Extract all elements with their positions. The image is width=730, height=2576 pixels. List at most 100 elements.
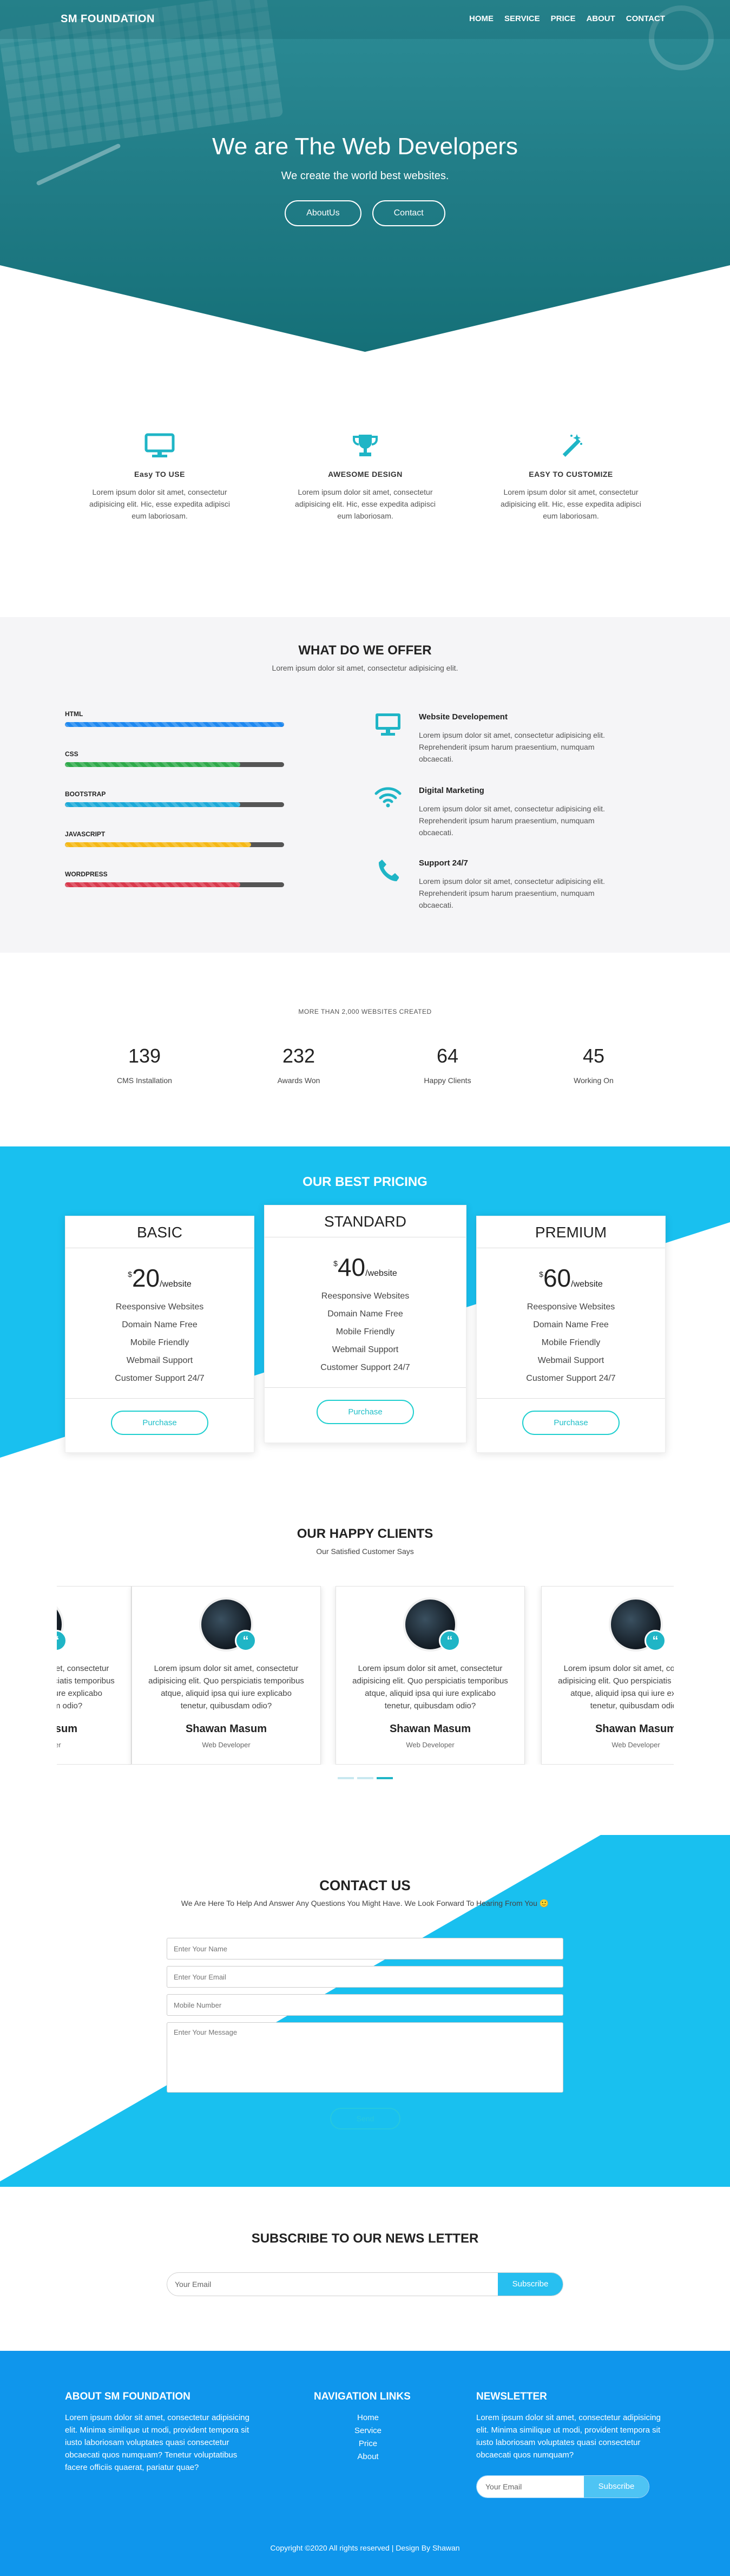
testimonial-card: “ Lorem ipsum dolor sit amet, consectetu… bbox=[541, 1586, 674, 1765]
client-name: Shawan Masum bbox=[389, 1723, 471, 1735]
footer-link-about[interactable]: About bbox=[314, 2450, 422, 2463]
footer-link-price[interactable]: Price bbox=[314, 2437, 422, 2450]
trophy-icon bbox=[290, 433, 441, 461]
newsletter-subscribe-button[interactable]: Subscribe bbox=[584, 2476, 649, 2498]
plan-feature: Domain Name Free bbox=[533, 1320, 609, 1329]
purchase-button[interactable]: Purchase bbox=[111, 1411, 208, 1435]
skill-label: HTML bbox=[65, 710, 83, 718]
mobile-field[interactable] bbox=[167, 1994, 563, 2016]
nav-link-about[interactable]: ABOUT bbox=[586, 14, 615, 23]
name-field[interactable] bbox=[167, 1938, 563, 1959]
testimonial-text: Lorem ipsum dolor sit amet, consectetur … bbox=[57, 1664, 115, 1710]
client-name: Shawan Masum bbox=[595, 1723, 674, 1735]
carousel-dot[interactable] bbox=[337, 1777, 354, 1779]
feature-awesome-design: AWESOME DESIGN Lorem ipsum dolor sit ame… bbox=[290, 433, 441, 522]
stat-label: Awards Won bbox=[277, 1076, 320, 1085]
client-name: Shawan Masum bbox=[57, 1723, 78, 1735]
plan-feature: Domain Name Free bbox=[122, 1320, 198, 1329]
price-period: /website bbox=[160, 1280, 192, 1289]
nav-link-contact[interactable]: CONTACT bbox=[626, 14, 665, 23]
skill-label: JAVASCRIPT bbox=[65, 830, 106, 838]
plan-feature: Reesponsive Websites bbox=[321, 1292, 410, 1301]
footer-newsletter-text: Lorem ipsum dolor sit amet, consectetur … bbox=[476, 2413, 661, 2460]
about-us-button[interactable]: AboutUs bbox=[285, 200, 361, 226]
quote-icon: “ bbox=[235, 1630, 257, 1651]
send-button[interactable]: Send bbox=[330, 2108, 400, 2129]
service-title: Digital Marketing bbox=[419, 786, 484, 795]
feature-easy-to-use: Easy TO USE Lorem ipsum dolor sit amet, … bbox=[84, 433, 235, 522]
service-web-development: Website Developement Lorem ipsum dolor s… bbox=[373, 712, 617, 765]
message-field[interactable] bbox=[167, 2022, 563, 2093]
skill-html: HTML bbox=[65, 710, 284, 727]
clients-caption: Our Satisfied Customer Says bbox=[316, 1547, 414, 1556]
plan-price: $40/website bbox=[265, 1253, 466, 1282]
subscribe-email-input[interactable]: Your Email bbox=[167, 2273, 498, 2296]
subscribe-button[interactable]: Subscribe bbox=[498, 2273, 563, 2296]
client-avatar: “ bbox=[57, 1597, 67, 1651]
nav-link-service[interactable]: SERVICE bbox=[504, 14, 540, 23]
navbar: SM FOUNDATION HOME SERVICE PRICE ABOUT C… bbox=[0, 0, 730, 39]
skill-bar bbox=[65, 842, 284, 847]
skill-fill bbox=[65, 722, 284, 727]
nav-link-price[interactable]: PRICE bbox=[551, 14, 576, 23]
skill-bootstrap: BOOTSTRAP bbox=[65, 790, 284, 807]
pricing-section: OUR BEST PRICING BASIC $20/website Reesp… bbox=[0, 1146, 730, 1482]
plan-name: STANDARD bbox=[265, 1205, 466, 1237]
contact-section: CONTACT US We Are Here To Help And Answe… bbox=[0, 1835, 730, 2187]
testimonial-carousel[interactable]: “ Lorem ipsum dolor sit amet, consectetu… bbox=[57, 1586, 674, 1765]
price-amount: 40 bbox=[337, 1253, 366, 1281]
client-avatar: “ bbox=[609, 1597, 666, 1651]
email-field[interactable] bbox=[167, 1966, 563, 1988]
plan-feature: Reesponsive Websites bbox=[527, 1302, 615, 1312]
feature-easy-to-customize: EASY TO CUSTOMIZE Lorem ipsum dolor sit … bbox=[495, 433, 647, 522]
client-avatar: “ bbox=[199, 1597, 257, 1651]
testimonial-text: Lorem ipsum dolor sit amet, consectetur … bbox=[352, 1664, 508, 1710]
plan-feature: Webmail Support bbox=[126, 1356, 193, 1365]
stat-number: 232 bbox=[282, 1045, 315, 1067]
newsletter-form: Your Email Subscribe bbox=[476, 2475, 649, 2498]
plan-premium: PREMIUM $60/website Reesponsive Websites… bbox=[476, 1216, 666, 1453]
client-role: Web Developer bbox=[57, 1741, 61, 1749]
offer-section: WHAT DO WE OFFER Lorem ipsum dolor sit a… bbox=[0, 617, 730, 953]
skill-label: CSS bbox=[65, 750, 78, 758]
stat-number: 139 bbox=[128, 1045, 161, 1067]
plan-price: $20/website bbox=[65, 1263, 254, 1293]
carousel-dots bbox=[0, 1777, 730, 1779]
magic-wand-icon bbox=[495, 433, 647, 461]
skill-label: WORDPRESS bbox=[65, 870, 108, 878]
carousel-dot-active[interactable] bbox=[376, 1777, 393, 1779]
newsletter-email-input[interactable]: Your Email bbox=[477, 2476, 584, 2498]
footer-about-title: ABOUT SM FOUNDATION bbox=[65, 2391, 190, 2402]
contact-title: CONTACT US bbox=[319, 1877, 411, 1893]
footer-nav-title: NAVIGATION LINKS bbox=[314, 2391, 411, 2402]
footer-newsletter: NEWSLETTER Lorem ipsum dolor sit amet, c… bbox=[476, 2391, 666, 2498]
desktop-icon bbox=[373, 712, 403, 765]
carousel-dot[interactable] bbox=[357, 1777, 373, 1779]
plan-price: $60/website bbox=[477, 1263, 665, 1293]
contact-caption: We Are Here To Help And Answer Any Quest… bbox=[181, 1899, 549, 1908]
stat-working: 45 Working On bbox=[540, 1045, 648, 1085]
plan-feature: Reesponsive Websites bbox=[115, 1302, 204, 1312]
client-avatar: “ bbox=[403, 1597, 461, 1651]
price-period: /website bbox=[365, 1269, 397, 1278]
plan-feature: Customer Support 24/7 bbox=[115, 1374, 205, 1383]
feature-title: AWESOME DESIGN bbox=[328, 470, 403, 479]
testimonial-text: Lorem ipsum dolor sit amet, consectetur … bbox=[148, 1664, 304, 1710]
currency: $ bbox=[539, 1270, 543, 1279]
contact-button[interactable]: Contact bbox=[372, 200, 445, 226]
client-role: Web Developer bbox=[406, 1741, 455, 1749]
nav-link-home[interactable]: HOME bbox=[469, 14, 494, 23]
brand-logo[interactable]: SM FOUNDATION bbox=[61, 13, 155, 25]
stats-caption: MORE THAN 2,000 WEBSITES CREATED bbox=[298, 1008, 432, 1015]
purchase-button[interactable]: Purchase bbox=[317, 1400, 414, 1424]
footer-about-text: Lorem ipsum dolor sit amet, consectetur … bbox=[65, 2413, 249, 2472]
skill-bar bbox=[65, 882, 284, 887]
stat-awards: 232 Awards Won bbox=[245, 1045, 353, 1085]
skill-wordpress: WORDPRESS bbox=[65, 870, 284, 887]
purchase-button[interactable]: Purchase bbox=[522, 1411, 620, 1435]
footer-link-home[interactable]: Home bbox=[314, 2411, 422, 2424]
plan-feature: Customer Support 24/7 bbox=[320, 1363, 410, 1372]
nav-menu: HOME SERVICE PRICE ABOUT CONTACT bbox=[469, 14, 665, 23]
offer-lead: Lorem ipsum dolor sit amet, consectetur … bbox=[272, 664, 458, 672]
footer-link-service[interactable]: Service bbox=[314, 2424, 422, 2437]
